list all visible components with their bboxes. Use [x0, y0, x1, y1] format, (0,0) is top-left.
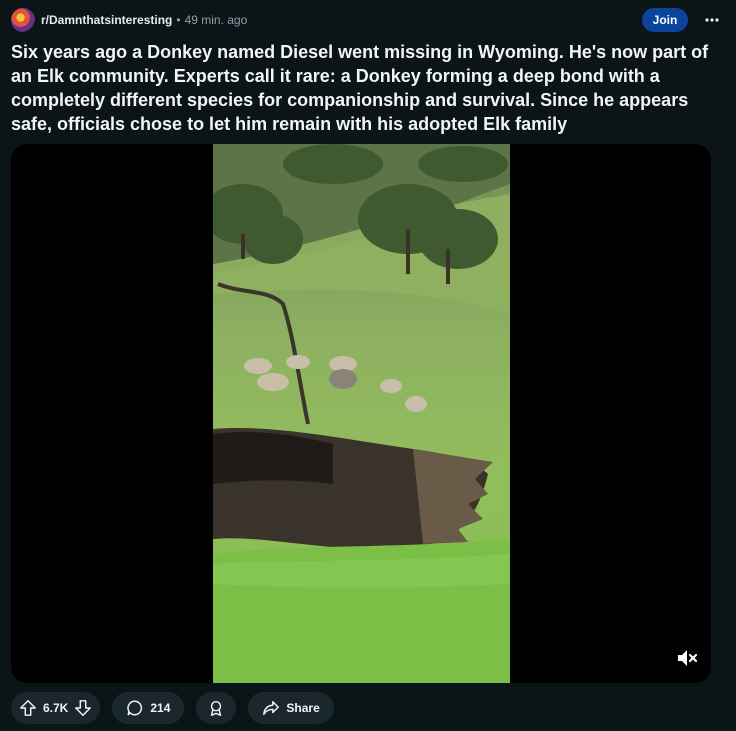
subreddit-avatar[interactable]: [11, 8, 35, 32]
comment-count: 214: [150, 701, 171, 715]
share-icon: [262, 699, 280, 717]
more-options-icon[interactable]: [700, 8, 724, 32]
post-age: 49 min. ago: [184, 13, 248, 27]
post-actions-bar: 6.7K 214 Share: [11, 692, 334, 724]
vote-control: 6.7K: [11, 692, 101, 724]
join-button[interactable]: Join: [642, 8, 688, 32]
post-title[interactable]: Six years ago a Donkey named Diesel went…: [11, 40, 716, 136]
award-icon: [207, 699, 225, 717]
comment-icon: [126, 699, 144, 717]
vote-score: 6.7K: [43, 701, 69, 715]
separator-dot: •: [176, 13, 181, 27]
downvote-icon[interactable]: [74, 699, 92, 717]
muted-speaker-icon[interactable]: [675, 646, 699, 670]
award-button[interactable]: [196, 692, 237, 724]
video-frame[interactable]: [213, 144, 510, 683]
subreddit-name[interactable]: r/Damnthatsinteresting: [41, 13, 172, 27]
video-player[interactable]: [11, 144, 711, 683]
video-thumbnail-image: [213, 144, 510, 683]
upvote-icon[interactable]: [19, 699, 37, 717]
post-header: r/Damnthatsinteresting • 49 min. ago Joi…: [11, 8, 724, 32]
share-label: Share: [286, 701, 320, 715]
comments-button[interactable]: 214: [112, 692, 185, 724]
share-button[interactable]: Share: [248, 692, 334, 724]
